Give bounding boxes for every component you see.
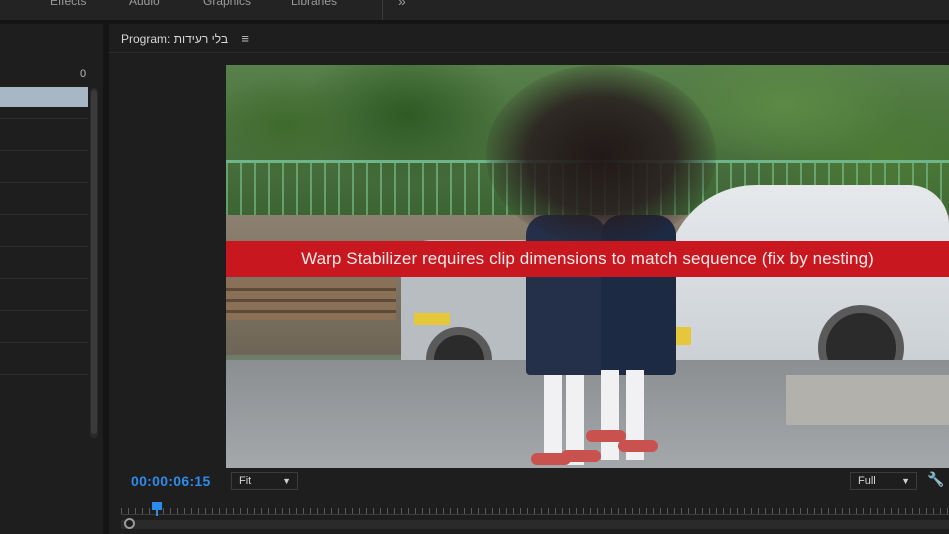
chevron-down-icon: ▼	[901, 476, 910, 486]
track-row[interactable]	[0, 310, 88, 311]
workspace-bar: Effects Audio Graphics Libraries »	[0, 0, 949, 20]
zoom-handle[interactable]	[124, 518, 135, 529]
track-row[interactable]	[0, 278, 88, 279]
workspace-tab-graphics[interactable]: Graphics	[203, 0, 251, 8]
zoom-scroll-bar[interactable]	[121, 520, 949, 529]
zoom-level-value: Fit	[239, 475, 252, 487]
track-row[interactable]	[0, 182, 88, 183]
warp-stabilizer-warning-banner: Warp Stabilizer requires clip dimensions…	[226, 241, 949, 277]
time-ruler-baseline	[121, 514, 949, 515]
leg	[544, 375, 562, 465]
parked-car-right	[666, 185, 949, 380]
video-preview[interactable]: Warp Stabilizer requires clip dimensions…	[226, 65, 949, 468]
playback-resolution-select[interactable]: Full ▼	[850, 472, 917, 490]
playhead-line	[156, 510, 158, 516]
bench	[226, 280, 396, 320]
chevron-down-icon: ▼	[282, 476, 291, 486]
track-row[interactable]	[0, 214, 88, 215]
shoe	[561, 450, 601, 462]
face-blur	[486, 65, 716, 245]
workspace-tab-audio[interactable]: Audio	[129, 0, 160, 8]
track-row[interactable]	[0, 150, 88, 151]
zoom-level-select[interactable]: Fit ▼	[231, 472, 298, 490]
playhead-marker[interactable]	[152, 502, 162, 510]
curb	[786, 375, 949, 425]
shoe	[618, 440, 658, 452]
license-plate	[414, 313, 450, 325]
wrench-icon[interactable]: 🔧	[927, 471, 944, 488]
program-monitor-header: Program: בלי רעידות ≡	[121, 31, 249, 47]
monitor-time-ruler[interactable]	[121, 502, 949, 534]
workspace-tab-effects[interactable]: Effects	[50, 0, 86, 8]
selected-track-row[interactable]	[0, 87, 88, 107]
left-panel: 0	[0, 24, 103, 534]
track-row[interactable]	[0, 342, 88, 343]
program-monitor: Program: בלי רעידות ≡ Warp Stabilizer re…	[109, 24, 949, 534]
workspace-separator	[382, 0, 383, 20]
workspace-tab-libraries[interactable]: Libraries	[291, 0, 337, 8]
ruler-zero-label: 0	[80, 68, 87, 80]
track-row[interactable]	[0, 118, 88, 119]
playback-resolution-value: Full	[858, 475, 876, 487]
header-divider	[109, 52, 949, 53]
program-monitor-title[interactable]: Program: בלי רעידות	[121, 32, 228, 46]
double-chevron-right-icon[interactable]: »	[398, 0, 406, 9]
playhead-timecode[interactable]: 00:00:06:15	[131, 473, 211, 489]
hamburger-menu-icon[interactable]: ≡	[241, 31, 249, 46]
track-row[interactable]	[0, 246, 88, 247]
leg	[601, 370, 619, 460]
track-row[interactable]	[0, 374, 88, 375]
scrollbar-thumb[interactable]	[91, 90, 97, 434]
